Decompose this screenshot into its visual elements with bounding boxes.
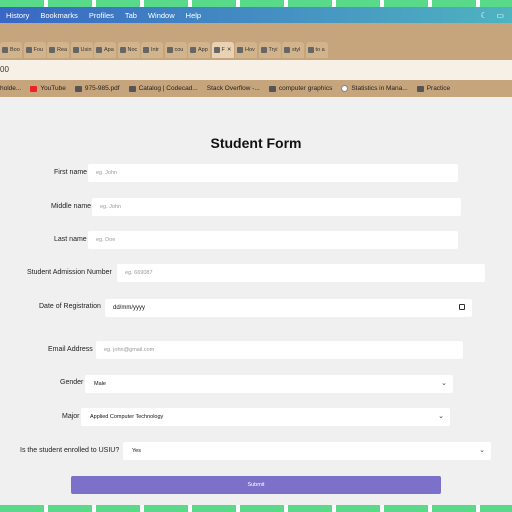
browser-tab[interactable]: to a [305, 42, 328, 58]
enrolled-label: Is the student enrolled to USIU? [20, 447, 120, 454]
moon-icon[interactable]: ☾ [480, 11, 487, 20]
browser-tab[interactable]: Apa [94, 42, 116, 58]
globe-icon [74, 85, 82, 92]
tab-favicon-icon [143, 47, 149, 53]
globe-icon [416, 85, 424, 92]
menubar-extra-icon[interactable]: ▭ [496, 11, 504, 20]
browser-tab-active[interactable]: F ✕ [211, 42, 234, 58]
admission-number-label: Student Admission Number [27, 269, 112, 276]
form-title: Student Form [210, 135, 302, 151]
tab-favicon-icon [2, 47, 8, 53]
bookmark-item[interactable]: Stack Overflow -... [207, 85, 260, 92]
browser-tab[interactable]: App [188, 42, 210, 58]
browser-tab[interactable]: Intr [141, 42, 163, 58]
top-decor-strip [0, 0, 512, 7]
browser-tab[interactable]: Tryi [258, 42, 281, 58]
tab-favicon-icon [96, 47, 102, 53]
tab-favicon-icon [307, 47, 314, 53]
submit-button[interactable]: Submit [71, 476, 441, 494]
first-name-label: First name [54, 169, 88, 176]
tab-favicon-icon [237, 47, 243, 53]
tab-strip: Boo Fou Rea Usin Apa Noc Intr cou App F ✕… [0, 42, 512, 60]
chevron-down-icon: ⌄ [441, 380, 447, 387]
menu-history[interactable]: History [6, 11, 29, 20]
tab-favicon-icon [190, 47, 196, 53]
major-label: Major [62, 413, 80, 420]
tab-favicon-icon [260, 47, 267, 53]
browser-tab[interactable]: Fou [23, 42, 46, 58]
browser-tab[interactable]: Hov [235, 42, 257, 58]
email-input[interactable]: eg. john@gmail.com [96, 341, 463, 359]
close-icon[interactable]: ✕ [227, 47, 232, 53]
browser-tab[interactable]: Boo [0, 42, 22, 58]
tab-favicon-icon [49, 47, 55, 53]
registration-date-input[interactable]: dd/mm/yyyy [105, 299, 472, 317]
chevron-down-icon: ⌄ [438, 413, 444, 420]
last-name-label: Last name [54, 236, 87, 243]
admission-number-input[interactable]: eg. 669087 [117, 264, 485, 282]
bottom-decor-strip [0, 505, 512, 512]
youtube-icon [30, 85, 38, 92]
menu-bar: History Bookmarks Profiles Tab Window He… [0, 7, 512, 23]
gender-select[interactable]: Male ⌄ [85, 375, 453, 393]
last-name-input[interactable]: eg. Doe [88, 231, 458, 249]
folder-icon [268, 85, 276, 92]
chevron-down-icon: ⌄ [479, 447, 485, 454]
major-select[interactable]: Applied Computer Technology ⌄ [81, 408, 450, 426]
address-text: 00 [0, 65, 9, 74]
email-label: Email Address [48, 346, 93, 353]
menu-profiles[interactable]: Profiles [89, 11, 114, 20]
tab-favicon-icon [213, 47, 220, 53]
bookmark-item[interactable]: 975-985.pdf [74, 85, 120, 92]
browser-tab[interactable]: Rea [47, 42, 69, 58]
tab-favicon-icon [72, 47, 79, 53]
bookmark-youtube[interactable]: YouTube [30, 85, 66, 92]
enrolled-select[interactable]: Yes ⌄ [123, 442, 491, 460]
codecademy-icon [128, 85, 136, 92]
bookmark-item[interactable]: holde... [0, 85, 21, 92]
browser-tab[interactable]: Usin [70, 42, 93, 58]
bookmark-item[interactable]: Statistics in Mana... [341, 85, 408, 92]
address-bar[interactable]: 00 [0, 60, 512, 80]
tab-favicon-icon [166, 47, 173, 53]
middle-name-label: Middle name [51, 203, 92, 210]
registration-date-label: Date of Registration [39, 303, 101, 310]
bookmark-item[interactable]: computer graphics [268, 85, 332, 92]
browser-tab[interactable]: cou [164, 42, 187, 58]
menu-tab[interactable]: Tab [125, 11, 137, 20]
tab-favicon-icon [284, 47, 290, 53]
browser-tab[interactable]: Noc [117, 42, 140, 58]
menu-bookmarks[interactable]: Bookmarks [40, 11, 78, 20]
menu-help[interactable]: Help [186, 11, 201, 20]
browser-tab[interactable]: styl [282, 42, 304, 58]
bookmark-item[interactable]: Practice [416, 85, 450, 92]
middle-name-input[interactable]: eg. John [92, 198, 461, 216]
gender-label: Gender [60, 379, 84, 386]
google-icon [341, 85, 349, 92]
tab-favicon-icon [119, 47, 126, 53]
menu-window[interactable]: Window [148, 11, 175, 20]
calendar-icon[interactable] [459, 304, 465, 310]
bookmark-item[interactable]: Catalog | Codecad... [128, 85, 198, 92]
first-name-input[interactable]: eg. John [88, 164, 458, 182]
tab-favicon-icon [25, 47, 32, 53]
bookmarks-bar: holde... YouTube 975-985.pdf Catalog | C… [0, 80, 512, 97]
